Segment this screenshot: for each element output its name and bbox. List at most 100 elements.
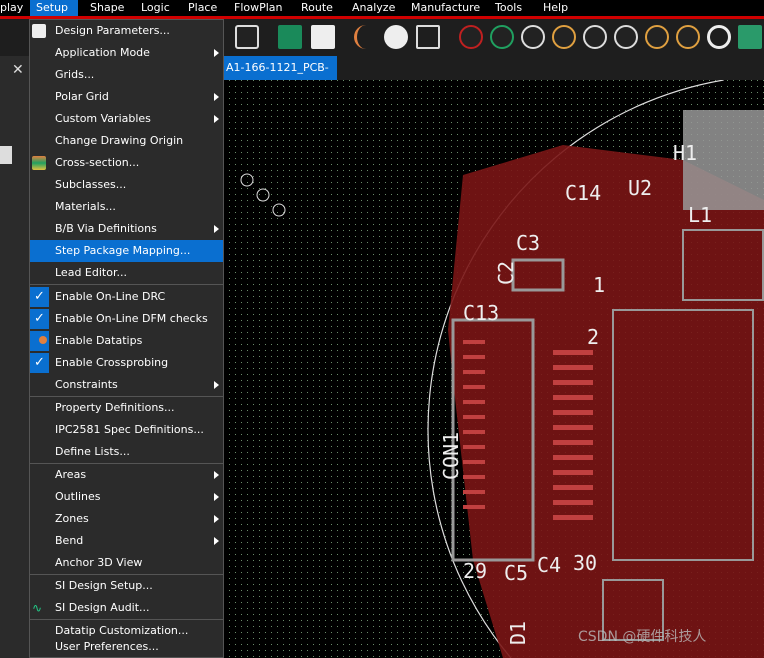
label: Enable Crossprobing [55, 356, 169, 369]
menu-item-enable-online-dfm[interactable]: ✓ Enable On-Line DFM checks [30, 308, 223, 330]
menu-item-si-design-audit[interactable]: ∿ SI Design Audit... [30, 597, 223, 619]
menu-item-property-definitions[interactable]: Property Definitions... [30, 397, 223, 419]
label: Constraints [55, 378, 118, 391]
label-con1: CON1 [439, 432, 463, 480]
route-icon[interactable] [354, 25, 378, 49]
menu-item-change-drawing-origin[interactable]: Change Drawing Origin [30, 130, 223, 152]
label: Change Drawing Origin [55, 134, 184, 147]
redraw-icon[interactable] [707, 25, 731, 49]
close-icon[interactable]: ✕ [12, 62, 24, 78]
label-u2: U2 [628, 176, 652, 200]
menu-route[interactable]: Route [295, 0, 339, 16]
menu-logic[interactable]: Logic [135, 0, 176, 16]
label: Enable On-Line DRC [55, 290, 166, 303]
label: Materials... [55, 200, 116, 213]
place-component-icon[interactable] [278, 25, 302, 49]
menu-display[interactable]: play [0, 0, 29, 16]
label-c5: C5 [504, 561, 528, 585]
menu-tools[interactable]: Tools [489, 0, 528, 16]
dfm-icon[interactable] [490, 25, 514, 49]
menu-item-application-mode[interactable]: Application Mode [30, 42, 223, 64]
label-c14: C14 [565, 181, 601, 205]
label: Cross-section... [55, 156, 140, 169]
zoom-window-icon[interactable] [552, 25, 576, 49]
separator [30, 284, 223, 285]
label-c13: C13 [463, 301, 499, 325]
zoom-center-icon[interactable] [676, 25, 700, 49]
select-component-icon[interactable] [311, 25, 335, 49]
pcb-canvas[interactable]: H1 U2 C14 L1 C3 1 C13 2 29 C5 C4 30 C2 C… [223, 80, 764, 658]
dropdown[interactable] [0, 146, 12, 164]
menu-item-design-parameters[interactable]: Design Parameters... [30, 20, 223, 42]
menu-item-constraints[interactable]: Constraints [30, 374, 223, 396]
menu-item-materials[interactable]: Materials... [30, 196, 223, 218]
menu-item-subclasses[interactable]: Subclasses... [30, 174, 223, 196]
menu-flowplan[interactable]: FlowPlan [228, 0, 289, 16]
label: SI Design Setup... [55, 579, 153, 592]
swap-icon[interactable] [416, 25, 440, 49]
label: Enable On-Line DFM checks [55, 312, 208, 325]
label-30: 30 [573, 551, 597, 575]
zoom-fit-icon[interactable] [521, 25, 545, 49]
label: Enable Datatips [55, 334, 143, 347]
submenu-arrow-icon [214, 515, 219, 523]
label: Zones [55, 512, 89, 525]
label: Anchor 3D View [55, 556, 143, 569]
menu-item-bb-via-definitions[interactable]: B/B Via Definitions [30, 218, 223, 240]
menu-item-anchor-3d-view[interactable]: Anchor 3D View [30, 552, 223, 574]
menu-item-zones[interactable]: Zones [30, 508, 223, 530]
menu-shape[interactable]: Shape [84, 0, 130, 16]
drc-icon[interactable] [459, 25, 483, 49]
zoom-out-icon[interactable] [614, 25, 638, 49]
menu-item-enable-online-drc[interactable]: ✓ Enable On-Line DRC [30, 286, 223, 308]
menu-help[interactable]: Help [537, 0, 574, 16]
menu-item-cross-section[interactable]: Cross-section... [30, 152, 223, 174]
menu-item-outlines[interactable]: Outlines [30, 486, 223, 508]
label: Outlines [55, 490, 101, 503]
menu-item-si-design-setup[interactable]: SI Design Setup... [30, 575, 223, 597]
3d-view-icon[interactable] [738, 25, 762, 49]
menu-setup[interactable]: Setup [30, 0, 78, 16]
checkmark-icon: ✓ [30, 309, 49, 329]
zoom-in-icon[interactable] [583, 25, 607, 49]
submenu-arrow-icon [214, 115, 219, 123]
label: User Preferences... [55, 640, 159, 653]
menu-item-ipc2581-spec[interactable]: IPC2581 Spec Definitions... [30, 419, 223, 441]
menu-item-user-preferences[interactable]: User Preferences... [30, 636, 223, 658]
menu-analyze[interactable]: Analyze [346, 0, 401, 16]
menu-item-grids[interactable]: Grids... [30, 64, 223, 86]
label: Polar Grid [55, 90, 109, 103]
zoom-previous-icon[interactable] [645, 25, 669, 49]
submenu-arrow-icon [214, 537, 219, 545]
menu-item-polar-grid[interactable]: Polar Grid [30, 86, 223, 108]
submenu-arrow-icon [214, 93, 219, 101]
label: Areas [55, 468, 87, 481]
label: Design Parameters... [55, 24, 170, 37]
label-1: 1 [593, 273, 605, 297]
submenu-arrow-icon [214, 381, 219, 389]
slide-icon[interactable] [384, 25, 408, 49]
menu-item-step-package-mapping[interactable]: Step Package Mapping... [30, 240, 223, 262]
pcb-drawing: H1 U2 C14 L1 C3 1 C13 2 29 C5 C4 30 C2 C… [223, 80, 764, 658]
submenu-arrow-icon [214, 225, 219, 233]
menu-item-lead-editor[interactable]: Lead Editor... [30, 262, 223, 284]
text-icon[interactable] [235, 25, 259, 49]
menu-item-enable-datatips[interactable]: Enable Datatips [30, 330, 223, 352]
tab-design[interactable]: A1-166-1121_PCB-174 [223, 56, 337, 98]
menu-item-define-lists[interactable]: Define Lists... [30, 441, 223, 463]
label-c2: C2 [494, 261, 518, 285]
menu-item-bend[interactable]: Bend [30, 530, 223, 552]
menu-manufacture[interactable]: Manufacture [405, 0, 486, 16]
label: B/B Via Definitions [55, 222, 157, 235]
menu-item-areas[interactable]: Areas [30, 464, 223, 486]
menu-place[interactable]: Place [182, 0, 223, 16]
label-c4: C4 [537, 553, 561, 577]
menu-item-enable-crossprobing[interactable]: ✓ Enable Crossprobing [30, 352, 223, 374]
menu-item-custom-variables[interactable]: Custom Variables [30, 108, 223, 130]
label-d1: D1 [506, 621, 530, 645]
label: IPC2581 Spec Definitions... [55, 423, 204, 436]
label: Lead Editor... [55, 266, 127, 279]
label-c3: C3 [516, 231, 540, 255]
checkmark-icon: ✓ [30, 287, 49, 307]
left-panel: ✕ [0, 56, 30, 658]
